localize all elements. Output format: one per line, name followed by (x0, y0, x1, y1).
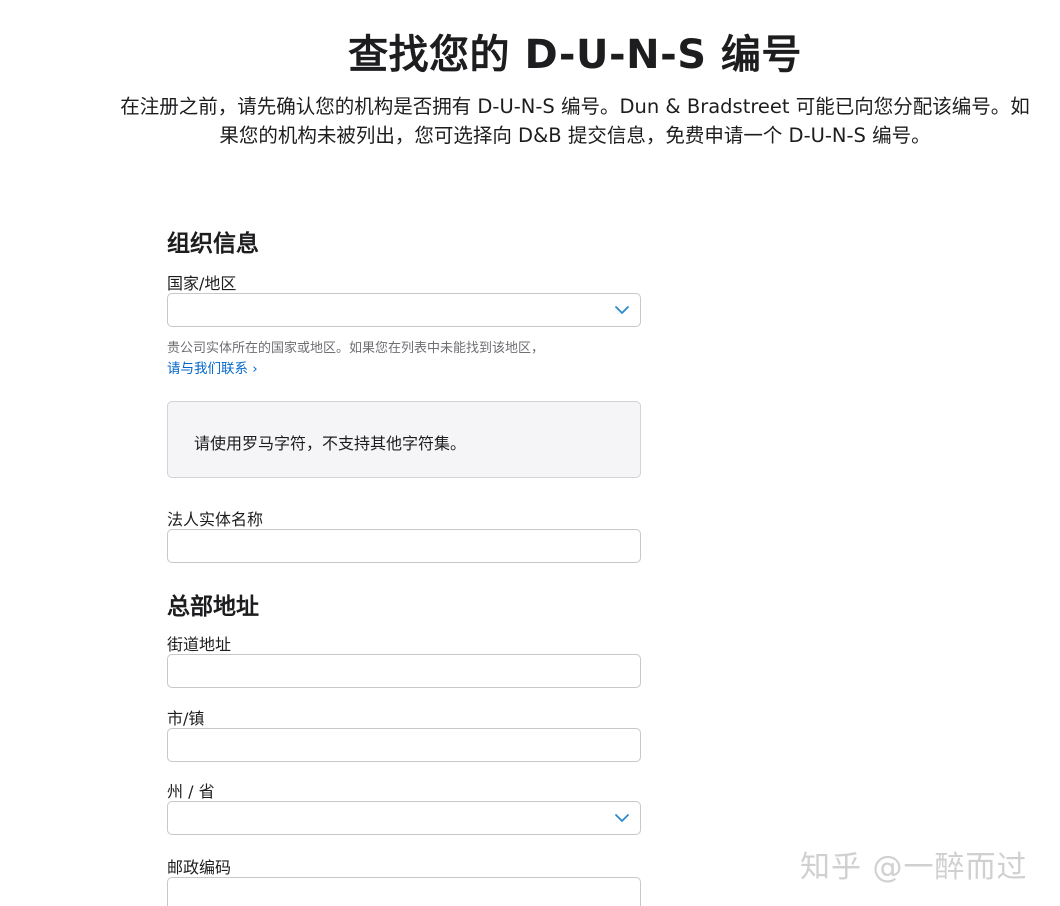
org-section-title: 组织信息 (167, 231, 259, 257)
roman-characters-notice: 请使用罗马字符，不支持其他字符集。 (167, 401, 641, 478)
duns-lookup-page: 查找您的 D-U-N-S 编号 在注册之前，请先确认您的机构是否拥有 D-U-N… (0, 0, 1060, 906)
chevron-down-icon (615, 306, 629, 314)
address-section-title: 总部地址 (167, 594, 259, 620)
street-label: 街道地址 (167, 635, 232, 654)
city-label: 市/镇 (167, 709, 205, 728)
legal-name-label: 法人实体名称 (167, 510, 264, 529)
contact-us-link[interactable]: 请与我们联系 › (167, 357, 258, 377)
city-input[interactable] (167, 728, 641, 762)
chevron-down-icon (615, 814, 629, 822)
postal-label: 邮政编码 (167, 858, 232, 877)
country-select[interactable] (167, 293, 641, 327)
country-label: 国家/地区 (167, 274, 237, 293)
notice-text: 请使用罗马字符，不支持其他字符集。 (194, 434, 467, 453)
page-title: 查找您的 D-U-N-S 编号 (348, 32, 802, 78)
state-select[interactable] (167, 801, 641, 835)
country-help-text: 贵公司实体所在的国家或地区。如果您在列表中未能找到该地区， (167, 341, 545, 356)
watermark: 知乎 @一醉而过 (800, 850, 1028, 885)
postal-input[interactable] (167, 877, 641, 906)
intro-text: 在注册之前，请先确认您的机构是否拥有 D-U-N-S 编号。Dun & Brad… (120, 95, 1030, 147)
legal-name-input[interactable] (167, 529, 641, 563)
state-label: 州 / 省 (167, 782, 215, 801)
street-input[interactable] (167, 654, 641, 688)
